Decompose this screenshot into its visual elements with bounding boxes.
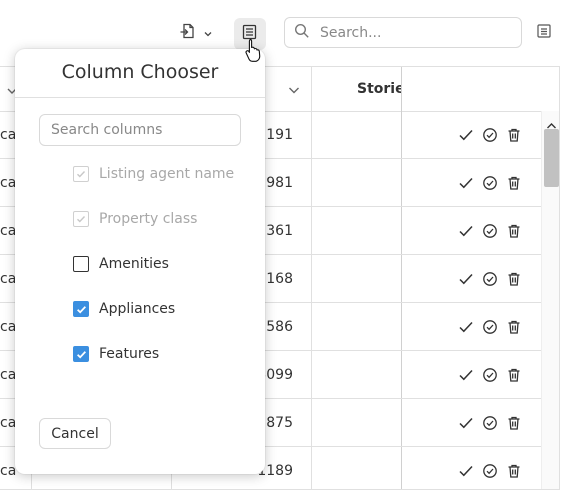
delete-icon[interactable] bbox=[506, 127, 522, 143]
approve-circle-icon[interactable] bbox=[482, 415, 498, 431]
export-icon bbox=[179, 22, 197, 44]
cell-stories bbox=[312, 255, 402, 302]
chevron-down-icon bbox=[203, 24, 213, 43]
export-button[interactable] bbox=[172, 18, 220, 48]
grid-search[interactable] bbox=[284, 17, 522, 48]
vertical-scrollbar[interactable] bbox=[541, 111, 559, 489]
mouse-pointer-icon bbox=[244, 38, 262, 66]
approve-circle-icon[interactable] bbox=[482, 319, 498, 335]
column-search-input[interactable] bbox=[39, 114, 241, 146]
cell-actions bbox=[402, 399, 542, 446]
column-item-amenities[interactable]: Amenities bbox=[73, 254, 169, 274]
chevron-down-icon[interactable] bbox=[287, 82, 301, 101]
panel-toggle-button[interactable] bbox=[534, 23, 554, 43]
checkbox-checked[interactable] bbox=[73, 346, 89, 362]
check-icon[interactable] bbox=[458, 319, 474, 335]
check-icon[interactable] bbox=[458, 463, 474, 479]
column-item-label: Property class bbox=[99, 211, 198, 227]
approve-circle-icon[interactable] bbox=[482, 463, 498, 479]
cell-stories bbox=[312, 351, 402, 398]
delete-icon[interactable] bbox=[506, 415, 522, 431]
delete-icon[interactable] bbox=[506, 463, 522, 479]
column-item-label: Listing agent name bbox=[99, 166, 235, 182]
cell-actions bbox=[402, 447, 542, 489]
cell-actions bbox=[402, 255, 542, 302]
cell-stories bbox=[312, 447, 402, 489]
checkbox-disabled bbox=[73, 166, 89, 182]
checkbox-disabled bbox=[73, 211, 89, 227]
delete-icon[interactable] bbox=[506, 319, 522, 335]
cancel-button[interactable]: Cancel bbox=[39, 418, 111, 449]
popup-divider bbox=[15, 97, 265, 98]
popup-title: Column Chooser bbox=[61, 61, 219, 83]
delete-icon[interactable] bbox=[506, 175, 522, 191]
cell-stories bbox=[312, 207, 402, 254]
approve-circle-icon[interactable] bbox=[482, 367, 498, 383]
check-icon[interactable] bbox=[458, 271, 474, 287]
approve-circle-icon[interactable] bbox=[482, 223, 498, 239]
approve-circle-icon[interactable] bbox=[482, 271, 498, 287]
check-icon[interactable] bbox=[458, 415, 474, 431]
cell-actions bbox=[402, 207, 542, 254]
column-item-label[interactable]: Features bbox=[99, 346, 159, 362]
cell-actions bbox=[402, 303, 542, 350]
panel-icon bbox=[536, 23, 552, 43]
column-item-property-class: Property class bbox=[73, 209, 197, 229]
delete-icon[interactable] bbox=[506, 223, 522, 239]
check-icon[interactable] bbox=[458, 367, 474, 383]
checkbox-unchecked[interactable] bbox=[73, 256, 89, 272]
column-item-label[interactable]: Amenities bbox=[99, 256, 169, 272]
approve-circle-icon[interactable] bbox=[482, 175, 498, 191]
column-chooser-popup: Column Chooser Listing agent name Proper… bbox=[15, 49, 265, 474]
header-stories-label: Stories bbox=[357, 81, 401, 97]
column-item-label[interactable]: Appliances bbox=[99, 301, 175, 317]
cell-stories bbox=[312, 399, 402, 446]
cell-stories bbox=[312, 111, 402, 158]
delete-icon[interactable] bbox=[506, 367, 522, 383]
search-input[interactable] bbox=[318, 23, 512, 42]
check-icon[interactable] bbox=[458, 175, 474, 191]
delete-icon[interactable] bbox=[506, 271, 522, 287]
column-item-listing-agent-name: Listing agent name bbox=[73, 164, 234, 184]
checkbox-checked[interactable] bbox=[73, 301, 89, 317]
cell-stories bbox=[312, 159, 402, 206]
header-cell-stories[interactable]: Stories bbox=[312, 67, 402, 111]
check-icon[interactable] bbox=[458, 223, 474, 239]
search-icon bbox=[294, 23, 310, 43]
cell-actions bbox=[402, 351, 542, 398]
approve-circle-icon[interactable] bbox=[482, 127, 498, 143]
cell-actions bbox=[402, 159, 542, 206]
cell-stories bbox=[312, 303, 402, 350]
check-icon[interactable] bbox=[458, 127, 474, 143]
column-item-appliances[interactable]: Appliances bbox=[73, 299, 175, 319]
column-item-features[interactable]: Features bbox=[73, 344, 159, 364]
cell-actions bbox=[402, 111, 542, 158]
header-cell-actions bbox=[402, 67, 559, 111]
scrollbar-thumb[interactable] bbox=[544, 129, 559, 187]
